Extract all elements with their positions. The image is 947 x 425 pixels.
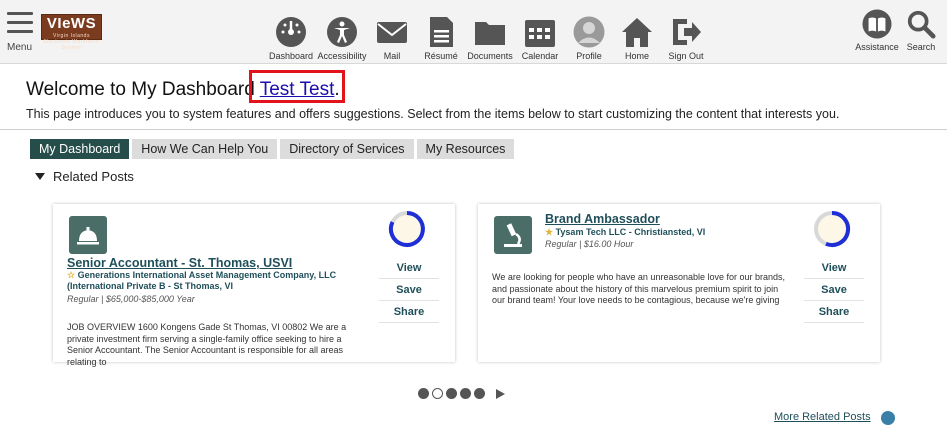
microscope-icon bbox=[494, 216, 532, 254]
post-title-link[interactable]: Brand Ambassador bbox=[545, 212, 660, 226]
mail-icon bbox=[377, 22, 407, 43]
documents-icon bbox=[475, 22, 505, 45]
bell-icon bbox=[69, 216, 107, 254]
page-dot[interactable] bbox=[460, 388, 471, 399]
nav-search[interactable]: Search bbox=[904, 9, 938, 52]
match-ring-icon bbox=[814, 210, 851, 247]
views-logo[interactable]: VIeWS Virgin Islands Electronic Workforc… bbox=[41, 14, 102, 51]
divider bbox=[0, 129, 947, 130]
next-arrow-icon[interactable] bbox=[496, 388, 505, 399]
intro-text: This page introduces you to system featu… bbox=[26, 107, 840, 121]
tab-my-dashboard[interactable]: My Dashboard bbox=[30, 139, 130, 159]
resume-icon bbox=[430, 17, 453, 47]
post-card: Brand Ambassador ★ Tysam Tech LLC - Chri… bbox=[478, 204, 880, 362]
tab-my-resources[interactable]: My Resources bbox=[416, 139, 515, 159]
highlight-box bbox=[249, 70, 345, 103]
sign-out-icon bbox=[673, 19, 701, 45]
carousel-pager bbox=[418, 388, 505, 399]
home-icon bbox=[622, 18, 652, 47]
dashboard-icon bbox=[276, 17, 306, 47]
company-name: ☆ Generations International Asset Manage… bbox=[67, 270, 337, 291]
search-icon bbox=[907, 10, 936, 39]
save-button[interactable]: Save bbox=[379, 279, 439, 301]
nav-accessibility[interactable]: Accessibility bbox=[316, 16, 368, 61]
nav-profile[interactable]: Profile bbox=[572, 16, 606, 61]
page-dot[interactable] bbox=[446, 388, 457, 399]
view-button[interactable]: View bbox=[379, 257, 439, 279]
tab-directory-of-services[interactable]: Directory of Services bbox=[280, 139, 414, 159]
arrow-circle-icon[interactable] bbox=[881, 411, 895, 425]
nav-resume[interactable]: Résumé bbox=[421, 16, 461, 61]
post-title-link[interactable]: Senior Accountant - St. Thomas, USVI bbox=[67, 256, 292, 270]
view-button[interactable]: View bbox=[804, 257, 864, 279]
menu-label: Menu bbox=[7, 42, 33, 53]
nav-assistance[interactable]: Assistance bbox=[854, 9, 900, 52]
job-description: JOB OVERVIEW 1600 Kongens Gade St Thomas… bbox=[67, 322, 347, 367]
job-meta: Regular | $65,000-$85,000 Year bbox=[67, 294, 195, 304]
menu-button[interactable] bbox=[7, 12, 33, 39]
page-dot-current[interactable] bbox=[432, 388, 443, 399]
match-ring-icon bbox=[388, 211, 425, 247]
more-related-posts-link[interactable]: More Related Posts bbox=[774, 411, 871, 423]
share-button[interactable]: Share bbox=[379, 301, 439, 323]
dashboard-tabs: My Dashboard How We Can Help You Directo… bbox=[30, 139, 515, 159]
nav-mail[interactable]: Mail bbox=[374, 16, 410, 61]
company-name: ★ Tysam Tech LLC - Christiansted, VI bbox=[545, 227, 706, 237]
job-description: We are looking for people who have an un… bbox=[492, 272, 786, 305]
job-meta: Regular | $16.00 Hour bbox=[545, 239, 634, 249]
calendar-icon bbox=[525, 20, 555, 47]
star-icon: ☆ bbox=[67, 270, 76, 280]
nav-sign-out[interactable]: Sign Out bbox=[666, 16, 706, 61]
nav-home[interactable]: Home bbox=[621, 16, 653, 61]
post-card: Senior Accountant - St. Thomas, USVI ☆ G… bbox=[53, 204, 455, 367]
caret-down-icon bbox=[35, 173, 45, 180]
page-dot[interactable] bbox=[474, 388, 485, 399]
nav-dashboard[interactable]: Dashboard bbox=[269, 16, 313, 61]
star-icon: ★ bbox=[545, 227, 554, 237]
related-posts-toggle[interactable]: Related Posts bbox=[35, 169, 134, 184]
page-dot[interactable] bbox=[418, 388, 429, 399]
profile-icon bbox=[573, 16, 605, 48]
top-nav-bar: Menu VIeWS Virgin Islands Electronic Wor… bbox=[0, 0, 947, 64]
accessibility-icon bbox=[327, 17, 357, 47]
nav-documents[interactable]: Documents bbox=[466, 16, 514, 61]
save-button[interactable]: Save bbox=[804, 279, 864, 301]
nav-calendar[interactable]: Calendar bbox=[520, 16, 560, 61]
share-button[interactable]: Share bbox=[804, 301, 864, 323]
tab-how-we-can-help-you[interactable]: How We Can Help You bbox=[132, 139, 278, 159]
book-icon bbox=[862, 9, 892, 39]
